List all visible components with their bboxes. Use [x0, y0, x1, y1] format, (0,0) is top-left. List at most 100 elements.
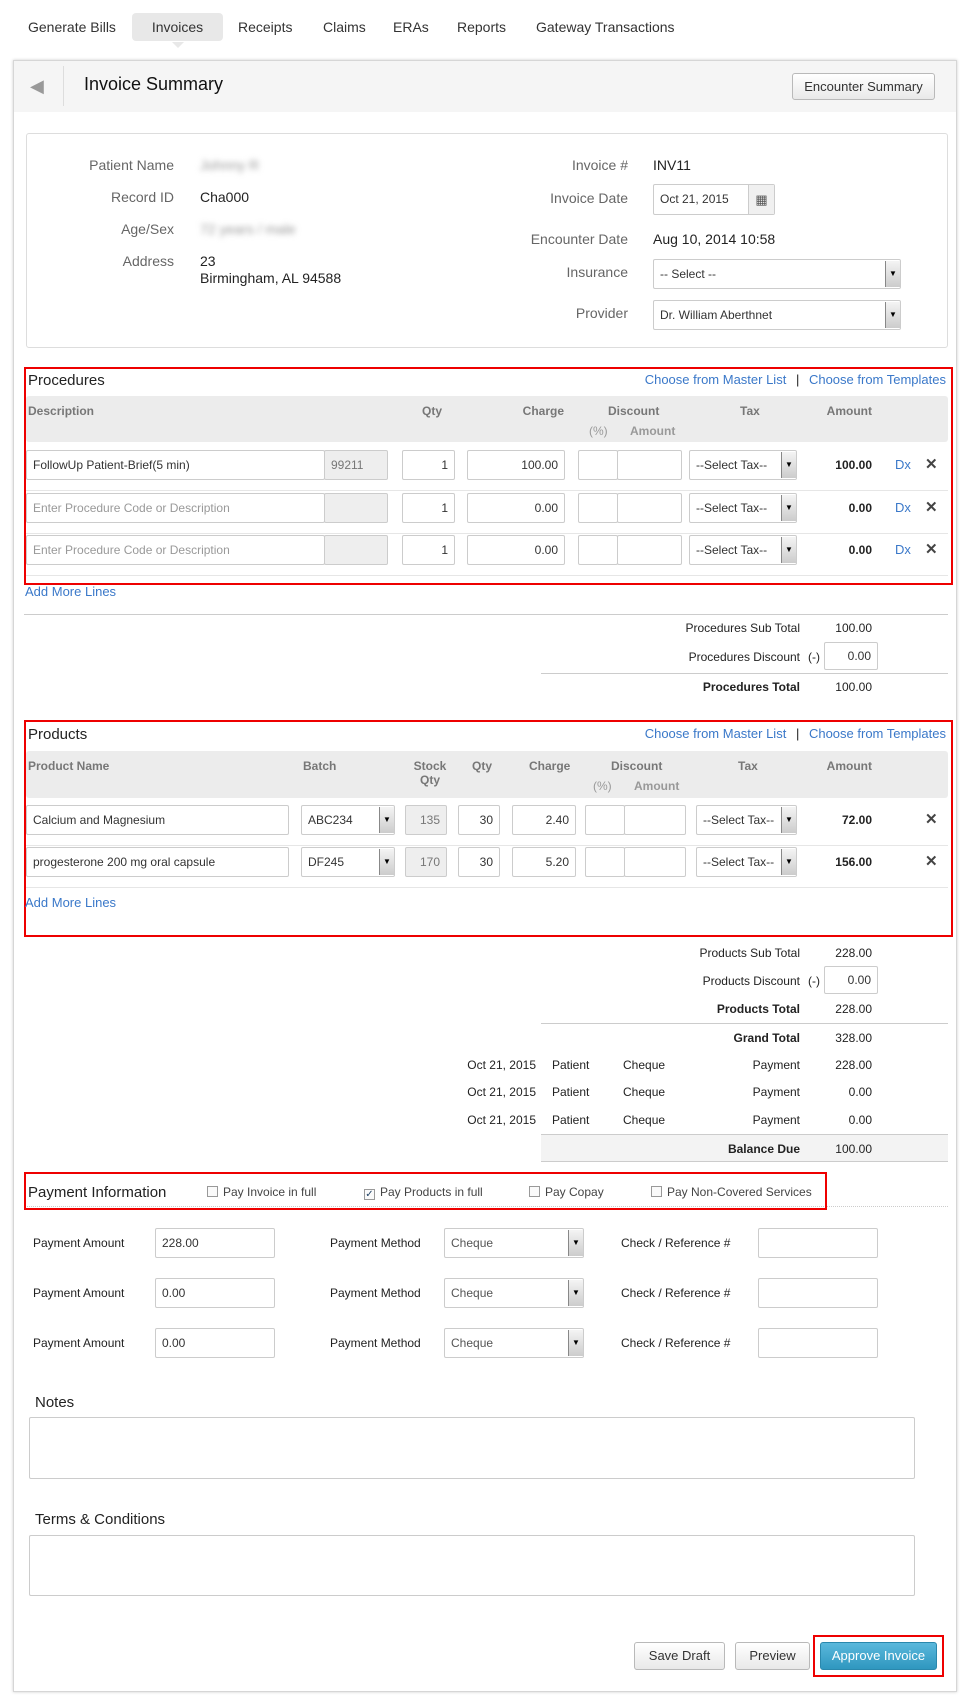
discount-pct-input[interactable] — [585, 847, 625, 877]
close-icon[interactable]: ✕ — [925, 540, 938, 558]
discount-pct-input[interactable] — [578, 493, 618, 523]
checkbox-pay-non-covered-services[interactable]: Pay Non-Covered Services — [651, 1185, 812, 1199]
tax-select[interactable]: --Select Tax-- ▼ — [689, 535, 797, 565]
notes-textarea[interactable] — [29, 1417, 915, 1479]
row-divider — [26, 887, 948, 888]
qty-input[interactable]: 30 — [458, 805, 500, 835]
close-icon[interactable]: ✕ — [925, 810, 938, 828]
divider — [63, 66, 64, 106]
payment-amount-input[interactable]: 228.00 — [155, 1228, 275, 1258]
qty-input[interactable]: 1 — [402, 450, 455, 480]
grand-total: 328.00 — [835, 1031, 872, 1045]
discount-pct-input[interactable] — [578, 535, 618, 565]
payment-method-select-value: Cheque — [451, 1236, 494, 1250]
qty-input[interactable]: 1 — [402, 535, 455, 565]
tax-select[interactable]: --Select Tax-- ▼ — [689, 450, 797, 480]
charge-input[interactable]: 5.20 — [512, 847, 576, 877]
col-discount-pct: (%) — [589, 424, 608, 438]
product-name-input[interactable]: Calcium and Magnesium — [26, 805, 289, 835]
payment-date: Oct 21, 2015 — [467, 1113, 536, 1127]
tab-reports[interactable]: Reports — [451, 13, 512, 41]
checkbox-pay-invoice-in-full[interactable]: Pay Invoice in full — [207, 1185, 316, 1199]
tax-select[interactable]: --Select Tax-- ▼ — [689, 493, 797, 523]
procedure-description-input[interactable]: Enter Procedure Code or Description — [26, 535, 325, 565]
placeholder: Enter Procedure Code or Description — [33, 543, 230, 557]
close-icon[interactable]: ✕ — [925, 455, 938, 473]
row-divider — [26, 490, 948, 491]
procedure-description-input[interactable]: Enter Procedure Code or Description — [26, 493, 325, 523]
choose-master-list-link[interactable]: Choose from Master List — [645, 372, 787, 387]
checkbox-pay-copay[interactable]: Pay Copay — [529, 1185, 604, 1199]
checkbox-icon[interactable] — [651, 1186, 662, 1197]
payment-amount-input[interactable]: 0.00 — [155, 1328, 275, 1358]
procedure-description-input[interactable]: FollowUp Patient-Brief(5 min) — [26, 450, 325, 480]
payment-method-select[interactable]: Cheque ▼ — [444, 1228, 584, 1258]
tab-invoices[interactable]: Invoices — [132, 13, 223, 48]
insurance-select[interactable]: -- Select -- ▼ — [653, 259, 901, 289]
chevron-down-icon: ▼ — [781, 452, 796, 478]
dx-link[interactable]: Dx — [895, 542, 911, 557]
line-amount: 0.00 — [848, 543, 872, 557]
tax-select[interactable]: --Select Tax-- ▼ — [696, 805, 797, 835]
dx-link[interactable]: Dx — [895, 457, 911, 472]
choose-master-list-link[interactable]: Choose from Master List — [645, 726, 787, 741]
close-icon[interactable]: ✕ — [925, 852, 938, 870]
products-add-more-lines[interactable]: Add More Lines — [25, 895, 116, 910]
approve-invoice-button[interactable]: Approve Invoice — [820, 1642, 937, 1670]
qty-input[interactable]: 1 — [402, 493, 455, 523]
checkbox-icon[interactable] — [529, 1186, 540, 1197]
checkbox-icon[interactable] — [207, 1186, 218, 1197]
tab-generate-bills[interactable]: Generate Bills — [22, 13, 122, 41]
close-icon[interactable]: ✕ — [925, 498, 938, 516]
dx-link[interactable]: Dx — [895, 500, 911, 515]
procedures-table-header — [26, 396, 948, 442]
products-discount-input[interactable]: 0.00 — [824, 966, 878, 994]
tab-eras[interactable]: ERAs — [387, 13, 435, 41]
discount-pct-input[interactable] — [585, 805, 625, 835]
procedures-discount-input[interactable]: 0.00 — [824, 642, 878, 670]
col-tax: Tax — [740, 404, 760, 418]
tab-receipts[interactable]: Receipts — [232, 13, 298, 41]
reference-input[interactable] — [758, 1328, 878, 1358]
charge-input[interactable]: 100.00 — [467, 450, 565, 480]
tax-select[interactable]: --Select Tax-- ▼ — [696, 847, 797, 877]
discount-amount-input[interactable] — [617, 493, 682, 523]
choose-templates-link[interactable]: Choose from Templates — [809, 726, 946, 741]
charge-input[interactable]: 2.40 — [512, 805, 576, 835]
discount-amount-input[interactable] — [624, 805, 686, 835]
product-name-input[interactable]: progesterone 200 mg oral capsule — [26, 847, 289, 877]
charge-input[interactable]: 0.00 — [467, 535, 565, 565]
tab-claims[interactable]: Claims — [317, 13, 372, 41]
age-sex: 72 years / male — [200, 221, 296, 237]
procedures-add-more-lines[interactable]: Add More Lines — [25, 584, 116, 599]
payment-method-select-value: Cheque — [451, 1286, 494, 1300]
reference-input[interactable] — [758, 1228, 878, 1258]
payment-method-select[interactable]: Cheque ▼ — [444, 1278, 584, 1308]
checkbox-checked-icon[interactable]: ✓ — [364, 1189, 375, 1200]
charge-input[interactable]: 0.00 — [467, 493, 565, 523]
save-draft-button[interactable]: Save Draft — [634, 1642, 725, 1670]
terms-textarea[interactable] — [29, 1535, 915, 1596]
back-arrow-icon[interactable]: ◀ — [30, 76, 44, 97]
preview-button[interactable]: Preview — [735, 1642, 810, 1670]
batch-select[interactable]: DF245 ▼ — [301, 847, 395, 877]
discount-amount-input[interactable] — [617, 450, 682, 480]
discount-pct-input[interactable] — [578, 450, 618, 480]
payment-method-label: Payment Method — [330, 1336, 421, 1350]
checkbox-pay-products-in-full[interactable]: ✓ Pay Products in full — [364, 1185, 483, 1200]
discount-amount-input[interactable] — [624, 847, 686, 877]
row-divider — [26, 533, 948, 534]
encounter-summary-button[interactable]: Encounter Summary — [792, 73, 935, 100]
choose-templates-link[interactable]: Choose from Templates — [809, 372, 946, 387]
provider-select[interactable]: Dr. William Aberthnet ▼ — [653, 300, 901, 330]
chevron-down-icon: ▼ — [885, 302, 900, 328]
payment-method-select[interactable]: Cheque ▼ — [444, 1328, 584, 1358]
discount-amount-input[interactable] — [617, 535, 682, 565]
tab-gateway-transactions[interactable]: Gateway Transactions — [530, 13, 681, 41]
calendar-icon[interactable]: ▦ — [748, 185, 774, 214]
reference-input[interactable] — [758, 1278, 878, 1308]
payment-amount-input[interactable]: 0.00 — [155, 1278, 275, 1308]
qty-input[interactable]: 30 — [458, 847, 500, 877]
invoice-num-label: Invoice # — [571, 157, 628, 173]
batch-select[interactable]: ABC234 ▼ — [301, 805, 395, 835]
